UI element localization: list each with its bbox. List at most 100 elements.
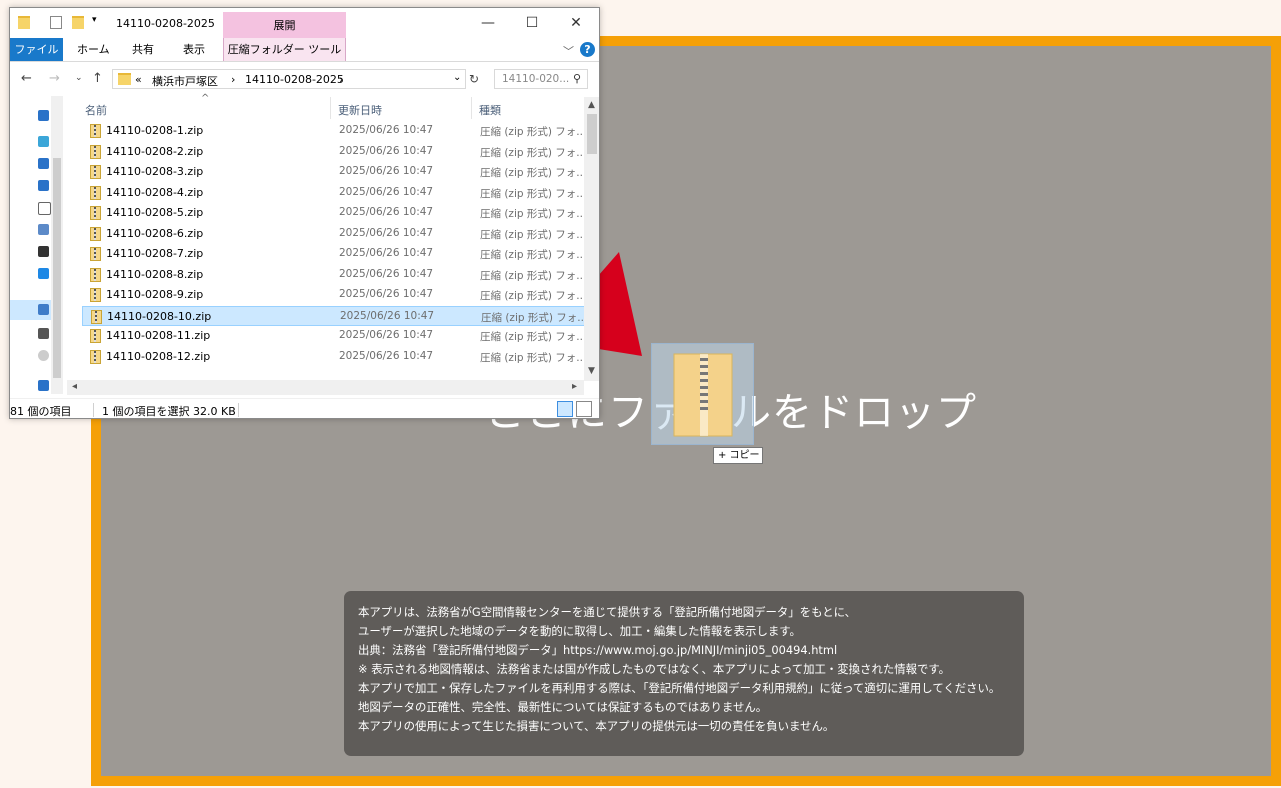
search-input[interactable]: 14110-020... ⚲: [494, 69, 588, 89]
file-date: 2025/06/26 10:47: [339, 165, 434, 177]
file-date: 2025/06/26 10:47: [340, 309, 435, 322]
column-name[interactable]: 名前: [85, 102, 107, 118]
file-row[interactable]: 14110-0208-11.zip 2025/06/26 10:47 圧縮 (zip…: [82, 326, 587, 346]
tab-file[interactable]: ファイル: [10, 38, 63, 61]
expand-ribbon-icon[interactable]: ﹀: [563, 43, 574, 59]
file-row[interactable]: 14110-0208-9.zip 2025/06/26 10:47 圧縮 (zip …: [82, 285, 587, 305]
window-title: 14110-0208-2025: [116, 17, 215, 30]
nav-scroll-thumb[interactable]: [53, 158, 61, 378]
3d-objects-icon[interactable]: [38, 136, 49, 147]
tab-extract[interactable]: 展開: [223, 12, 346, 41]
local-disk-icon[interactable]: [38, 304, 49, 315]
file-date: 2025/06/26 10:47: [339, 288, 434, 300]
file-row[interactable]: 14110-0208-5.zip 2025/06/26 10:47 圧縮 (zip …: [82, 203, 587, 223]
help-icon[interactable]: ?: [580, 42, 595, 57]
file-row[interactable]: 14110-0208-3.zip 2025/06/26 10:47 圧縮 (zip …: [82, 162, 587, 182]
large-icons-view-icon[interactable]: [576, 401, 592, 417]
file-date: 2025/06/26 10:47: [339, 124, 434, 136]
file-date: 2025/06/26 10:47: [339, 185, 434, 198]
recent-locations-icon[interactable]: ⌄: [75, 73, 83, 83]
pictures-icon[interactable]: [38, 224, 49, 235]
folder-icon: [118, 73, 131, 85]
new-folder-icon[interactable]: [72, 16, 84, 29]
file-date: 2025/06/26 10:47: [339, 247, 434, 259]
file-date: 2025/06/26 10:47: [339, 226, 434, 239]
address-bar[interactable]: « 横浜市戸塚区 › 14110-0208-2025 › ⌄: [112, 69, 466, 89]
status-bar: 81 個の項目 1 個の項目を選択 32.0 KB: [10, 398, 599, 418]
up-arrow-icon[interactable]: ↑: [92, 71, 103, 86]
tab-share[interactable]: 共有: [132, 38, 154, 61]
tab-view[interactable]: 表示: [183, 38, 205, 61]
scroll-right-icon[interactable]: ▸: [572, 381, 577, 392]
column-date[interactable]: 更新日時: [338, 102, 382, 118]
search-placeholder: 14110-020...: [502, 73, 570, 85]
file-row[interactable]: 14110-0208-7.zip 2025/06/26 10:47 圧縮 (zip …: [82, 244, 587, 264]
zip-file-icon: [90, 267, 101, 282]
file-row[interactable]: 14110-0208-6.zip 2025/06/26 10:47 圧縮 (zip …: [82, 224, 587, 244]
file-date: 2025/06/26 10:47: [339, 206, 434, 218]
search-icon: ⚲: [572, 72, 581, 85]
download-icon[interactable]: [38, 158, 49, 169]
file-name: 14110-0208-5.zip: [106, 206, 204, 219]
file-row[interactable]: 14110-0208-1.zip 2025/06/26 10:47 圧縮 (zip …: [82, 121, 587, 141]
file-row[interactable]: 14110-0208-8.zip 2025/06/26 10:47 圧縮 (zip …: [82, 265, 587, 285]
details-view-icon[interactable]: [557, 401, 573, 417]
title-bar[interactable]: ▾ 14110-0208-2025 展開 — ☐ ✕: [10, 8, 599, 41]
address-dropdown-icon[interactable]: ⌄: [453, 72, 461, 83]
file-type: 圧縮 (zip 形式) フォ...: [480, 249, 587, 261]
file-row[interactable]: 14110-0208-10.zip 2025/06/26 10:47 圧縮 (zip…: [82, 305, 587, 326]
folder-icon: [18, 16, 30, 29]
music-icon[interactable]: [38, 268, 49, 279]
network-icon[interactable]: [38, 380, 49, 391]
maximize-button[interactable]: ☐: [510, 12, 554, 34]
videos-icon[interactable]: [38, 246, 49, 257]
zip-file-icon: [90, 185, 101, 200]
file-date: 2025/06/26 10:47: [339, 349, 434, 362]
breadcrumb-folder[interactable]: 14110-0208-2025: [245, 73, 344, 86]
breadcrumb-sep-icon: ›: [231, 73, 236, 86]
file-row[interactable]: 14110-0208-2.zip 2025/06/26 10:47 圧縮 (zip …: [82, 142, 587, 162]
address-prefix: «: [135, 73, 142, 86]
file-name: 14110-0208-7.zip: [106, 247, 204, 260]
file-row[interactable]: 14110-0208-4.zip 2025/06/26 10:47 圧縮 (zip …: [82, 183, 587, 203]
file-type: 圧縮 (zip 形式) フォ...: [480, 228, 587, 241]
file-name: 14110-0208-12.zip: [106, 349, 211, 363]
file-row[interactable]: 14110-0208-12.zip 2025/06/26 10:47 圧縮 (zip…: [82, 347, 587, 367]
breadcrumb-ward[interactable]: 横浜市戸塚区: [152, 73, 218, 89]
vertical-scroll-thumb[interactable]: [587, 114, 597, 154]
pc-icon[interactable]: [38, 110, 49, 121]
horizontal-scrollbar[interactable]: [67, 380, 584, 395]
dvd-drive-icon[interactable]: [38, 350, 49, 361]
tab-compressed-folder-tools[interactable]: 圧縮フォルダー ツール: [223, 38, 346, 61]
minimize-button[interactable]: —: [466, 12, 510, 34]
desktop-icon[interactable]: [38, 180, 49, 191]
file-name: 14110-0208-10.zip: [107, 309, 212, 323]
scroll-up-icon[interactable]: ▲: [588, 100, 595, 110]
scroll-down-icon[interactable]: ▼: [588, 366, 595, 376]
drive-icon[interactable]: [38, 328, 49, 339]
file-type: 圧縮 (zip 形式) フォ...: [480, 146, 587, 159]
document-icon[interactable]: [38, 202, 51, 215]
zip-file-icon: [90, 124, 101, 138]
file-type: 圧縮 (zip 形式) フォ...: [480, 187, 587, 200]
file-date: 2025/06/26 10:47: [339, 144, 434, 157]
file-type: 圧縮 (zip 形式) フォ...: [480, 351, 587, 364]
forward-arrow-icon[interactable]: →: [49, 71, 60, 86]
close-button[interactable]: ✕: [554, 12, 598, 34]
refresh-icon[interactable]: ↻: [469, 72, 479, 86]
item-count: 81 個の項目: [10, 405, 72, 418]
file-date: 2025/06/26 10:47: [339, 329, 434, 341]
file-name: 14110-0208-2.zip: [106, 144, 204, 158]
zip-file-icon: [90, 329, 101, 343]
quick-access-dropdown-icon[interactable]: ▾: [92, 15, 97, 25]
column-type[interactable]: 種類: [479, 102, 501, 118]
navigation-pane[interactable]: [10, 96, 63, 394]
file-explorer-window[interactable]: ▾ 14110-0208-2025 展開 — ☐ ✕ ファイル ホーム 共有 表…: [9, 7, 600, 419]
tab-home[interactable]: ホーム: [77, 38, 110, 61]
back-arrow-icon[interactable]: ←: [21, 71, 32, 86]
file-type: 圧縮 (zip 形式) フォ...: [480, 126, 587, 138]
breadcrumb-sep-icon: ›: [339, 73, 344, 86]
scroll-left-icon[interactable]: ◂: [72, 381, 77, 392]
properties-icon[interactable]: [50, 16, 62, 29]
zip-file-icon: [90, 226, 101, 241]
